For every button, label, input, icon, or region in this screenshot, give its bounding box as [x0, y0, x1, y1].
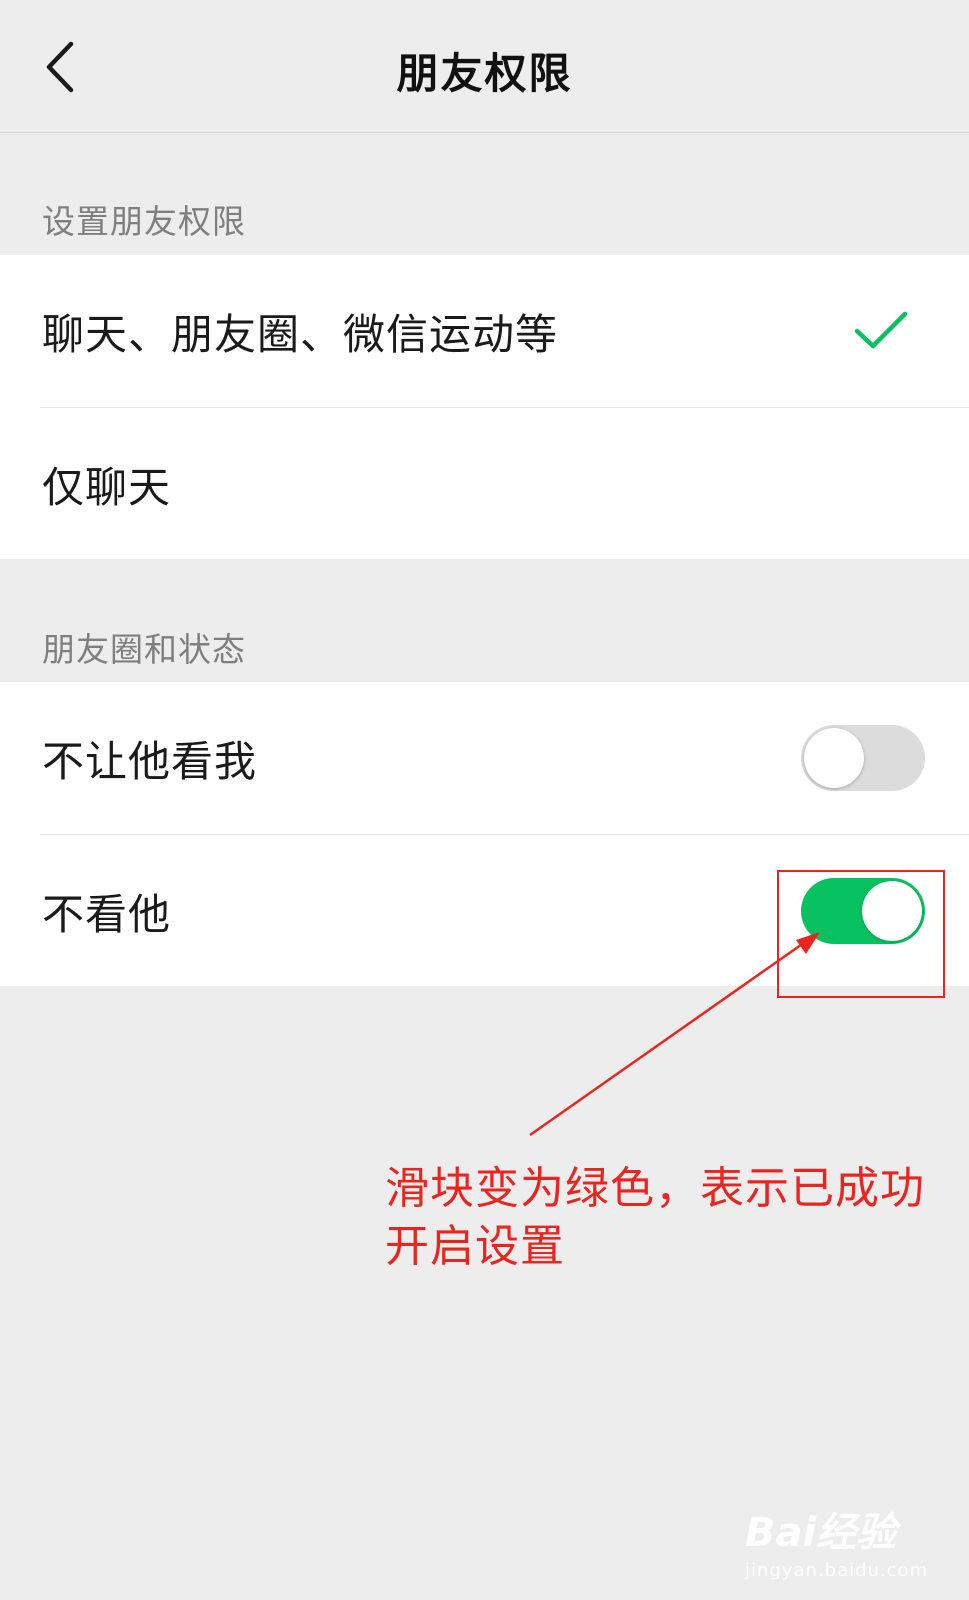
toggle-label: 不让他看我 [42, 737, 258, 786]
baidu-jingyan-watermark: Bai经验 jingyan.baidu.com [745, 1500, 945, 1590]
friend-permissions-screen: 朋友权限 设置朋友权限 聊天、朋友圈、微信运动等 仅聊天 朋友圈和状态 不让他看… [0, 0, 969, 1600]
page-title: 朋友权限 [396, 49, 573, 98]
annotation-text: 滑块变为绿色，表示已成功 开启设置 [385, 1160, 945, 1276]
row-hide-my-moments: 不让他看我 [0, 682, 969, 835]
checkmark-icon [854, 311, 908, 349]
section-label-friend-permissions: 设置朋友权限 [42, 202, 246, 241]
option-chat-moments-werun[interactable]: 聊天、朋友圈、微信运动等 [0, 255, 969, 408]
section-label-moments-status: 朋友圈和状态 [42, 630, 246, 669]
permission-options-group: 聊天、朋友圈、微信运动等 仅聊天 [0, 255, 969, 559]
hide-my-moments-switch[interactable] [801, 725, 925, 791]
annotation-line-2: 开启设置 [385, 1221, 565, 1272]
watermark-url: jingyan.baidu.com [745, 1560, 929, 1581]
watermark-logo-text: Bai经验 [745, 1510, 897, 1556]
option-label: 聊天、朋友圈、微信运动等 [42, 310, 559, 359]
watermark-logo: Bai经验 [745, 1500, 945, 1558]
option-label: 仅聊天 [42, 463, 172, 512]
annotation-line-1: 滑块变为绿色，表示已成功 [385, 1163, 925, 1214]
toggle-label: 不看他 [42, 890, 172, 939]
annotation-highlight-box [777, 870, 945, 998]
nav-bar: 朋友权限 [0, 0, 969, 133]
option-chat-only[interactable]: 仅聊天 [0, 408, 969, 561]
